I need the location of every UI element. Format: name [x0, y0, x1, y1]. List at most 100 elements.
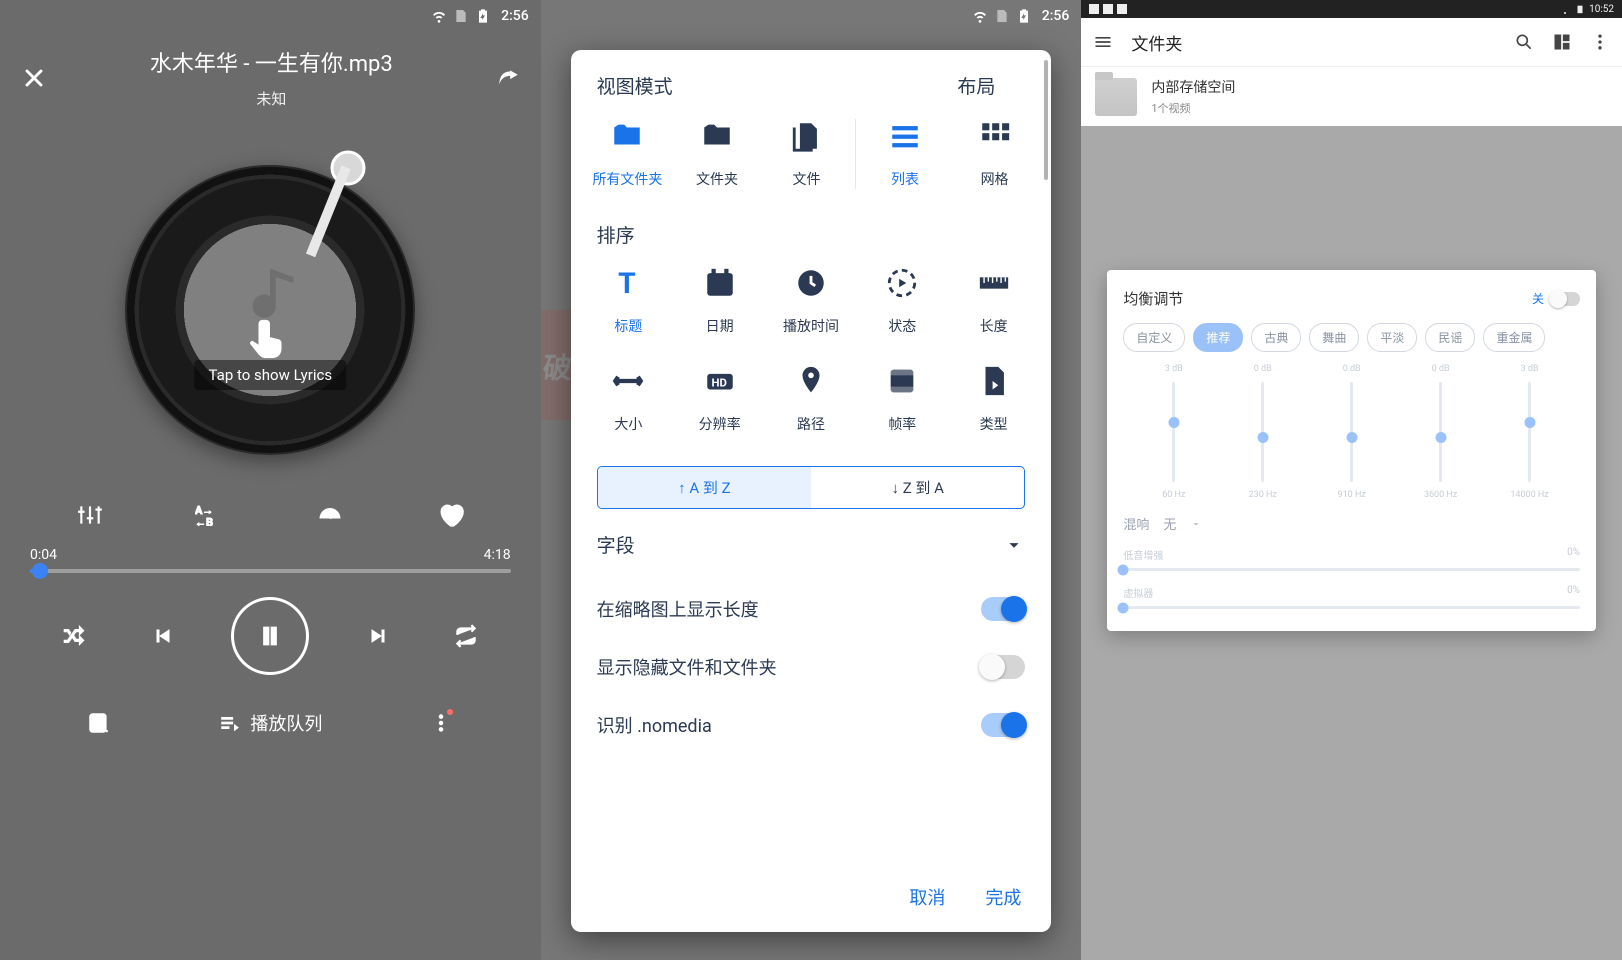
- clock: 2:56: [501, 8, 529, 24]
- sim-icon: [994, 8, 1010, 24]
- done-button[interactable]: 完成: [985, 884, 1021, 910]
- album-art[interactable]: Tap to show Lyrics: [125, 165, 415, 455]
- ab-repeat-button[interactable]: A→←B: [190, 495, 230, 535]
- sort-fps[interactable]: 帧率: [857, 364, 948, 434]
- fields-label: 字段: [597, 531, 635, 558]
- playback-controls: [0, 597, 541, 675]
- order-desc[interactable]: ↓ Z 到 A: [811, 467, 1024, 508]
- dialog-actions: 取消 完成: [571, 866, 1052, 932]
- more-icon[interactable]: [1590, 32, 1610, 52]
- eq-band[interactable]: 0 dB3600 Hz: [1396, 364, 1485, 500]
- eq-band[interactable]: 0 dB230 Hz: [1218, 364, 1307, 500]
- svg-text:←B: ←B: [195, 516, 213, 526]
- sort-order-segment: ↑ A 到 Z ↓ Z 到 A: [597, 466, 1026, 509]
- status-bar: 10:52: [1081, 0, 1622, 18]
- preset-dance[interactable]: 舞曲: [1309, 323, 1359, 352]
- seek-bar[interactable]: [30, 569, 511, 573]
- track-title: 水木年华 - 一生有你.mp3: [58, 46, 485, 78]
- svg-text:HD: HD: [711, 376, 726, 390]
- eq-bands: 3 dB60 Hz0 dB230 Hz0 dB910 Hz0 dB3600 Hz…: [1123, 364, 1580, 500]
- eq-toggle[interactable]: [1550, 292, 1580, 306]
- show-hidden-switch[interactable]: [981, 655, 1025, 679]
- section-header: 视图模式 布局: [575, 50, 1048, 109]
- close-icon[interactable]: [20, 64, 48, 92]
- pause-button[interactable]: [231, 597, 309, 675]
- sort-playtime[interactable]: 播放时间: [765, 266, 856, 336]
- folder-name: 内部存储空间: [1151, 77, 1235, 97]
- status-bar: 2:56: [541, 0, 1082, 32]
- sort-label: 排序: [575, 207, 1048, 256]
- preset-flat[interactable]: 平淡: [1367, 323, 1417, 352]
- layout-grid[interactable]: 网格: [950, 119, 1040, 189]
- track-artist: 未知: [58, 88, 485, 109]
- equalizer-button[interactable]: [70, 495, 110, 535]
- eq-title: 均衡调节: [1123, 288, 1183, 309]
- eq-band[interactable]: 3 dB14000 Hz: [1485, 364, 1574, 500]
- favorite-button[interactable]: [431, 495, 471, 535]
- music-player-screen: 2:56 水木年华 - 一生有你.mp3 未知 Tap to show Lyri…: [0, 0, 541, 960]
- eq-band[interactable]: 0 dB910 Hz: [1307, 364, 1396, 500]
- sort-grid-1: T标题 日期 播放时间 状态 长度: [575, 256, 1048, 354]
- view-files[interactable]: 文件: [762, 119, 852, 189]
- equalizer-card: 均衡调节 关 自定义 推荐 古典 舞曲 平淡 民谣 重金属 3 dB60 Hz0…: [1107, 270, 1596, 631]
- preset-classical[interactable]: 古典: [1251, 323, 1301, 352]
- reverb-row[interactable]: 混响 无: [1123, 514, 1580, 533]
- sort-type[interactable]: 类型: [948, 364, 1039, 434]
- eq-band[interactable]: 3 dB60 Hz: [1129, 364, 1218, 500]
- clock: 10:52: [1589, 4, 1614, 15]
- svg-text:T: T: [618, 267, 636, 300]
- title-area: 水木年华 - 一生有你.mp3 未知: [58, 46, 485, 109]
- virtualizer-slider[interactable]: 虚拟器0%: [1123, 585, 1580, 609]
- fields-row[interactable]: 字段: [575, 509, 1048, 580]
- battery-icon: [475, 8, 491, 24]
- preset-recommended[interactable]: 推荐: [1193, 323, 1243, 352]
- folder-item[interactable]: 内部存储空间 1个视频: [1081, 66, 1622, 126]
- preset-custom[interactable]: 自定义: [1123, 323, 1185, 352]
- share-icon[interactable]: [495, 65, 521, 91]
- view-toggle-icon[interactable]: [1552, 32, 1572, 52]
- sort-date[interactable]: 日期: [674, 266, 765, 336]
- show-hidden-row: 显示隐藏文件和文件夹: [575, 638, 1048, 696]
- sort-title[interactable]: T标题: [583, 266, 674, 336]
- sort-state[interactable]: 状态: [857, 266, 948, 336]
- sort-resolution[interactable]: HD分辨率: [674, 364, 765, 434]
- elapsed-time: 0:04: [30, 547, 57, 563]
- order-asc[interactable]: ↑ A 到 Z: [598, 467, 811, 508]
- show-length-switch[interactable]: [981, 597, 1025, 621]
- queue-label: 播放队列: [250, 710, 322, 736]
- sort-size[interactable]: 大小: [583, 364, 674, 434]
- preset-metal[interactable]: 重金属: [1483, 323, 1545, 352]
- next-button[interactable]: [358, 616, 398, 656]
- eq-off-label: 关: [1532, 290, 1544, 307]
- wifi-icon: [972, 8, 988, 24]
- layout-list[interactable]: 列表: [860, 119, 950, 189]
- prev-button[interactable]: [143, 616, 183, 656]
- more-button[interactable]: [421, 703, 461, 743]
- sort-length[interactable]: 长度: [948, 266, 1039, 336]
- folder-subtitle: 1个视频: [1151, 100, 1235, 116]
- layout-label: 布局: [957, 72, 995, 99]
- bottom-row: 播放队列: [0, 703, 541, 769]
- appbar-title: 文件夹: [1131, 30, 1496, 55]
- repeat-button[interactable]: [446, 616, 486, 656]
- sim-icon: [453, 8, 469, 24]
- total-time: 4:18: [484, 547, 511, 563]
- equalizer-screen: 10:52 文件夹 内部存储空间 1个视频 均衡调节 关 自定义 推荐 古典 舞…: [1081, 0, 1622, 960]
- lyrics-button[interactable]: [79, 703, 119, 743]
- view-folders[interactable]: 文件夹: [672, 119, 762, 189]
- bass-boost-slider[interactable]: 低音增强0%: [1123, 547, 1580, 571]
- search-icon[interactable]: [1514, 32, 1534, 52]
- scrollbar[interactable]: [1044, 60, 1048, 180]
- preset-folk[interactable]: 民谣: [1425, 323, 1475, 352]
- preset-chips: 自定义 推荐 古典 舞曲 平淡 民谣 重金属: [1123, 323, 1580, 352]
- queue-button[interactable]: 播放队列: [218, 710, 322, 736]
- nomedia-switch[interactable]: [981, 713, 1025, 737]
- status-bar: 2:56: [0, 0, 541, 32]
- app-bar: 文件夹: [1081, 18, 1622, 66]
- sort-path[interactable]: 路径: [765, 364, 856, 434]
- view-all-folders[interactable]: 所有文件夹: [583, 119, 673, 189]
- shuffle-button[interactable]: [54, 616, 94, 656]
- speed-button[interactable]: [310, 495, 350, 535]
- cancel-button[interactable]: 取消: [909, 884, 945, 910]
- menu-icon[interactable]: [1093, 32, 1113, 52]
